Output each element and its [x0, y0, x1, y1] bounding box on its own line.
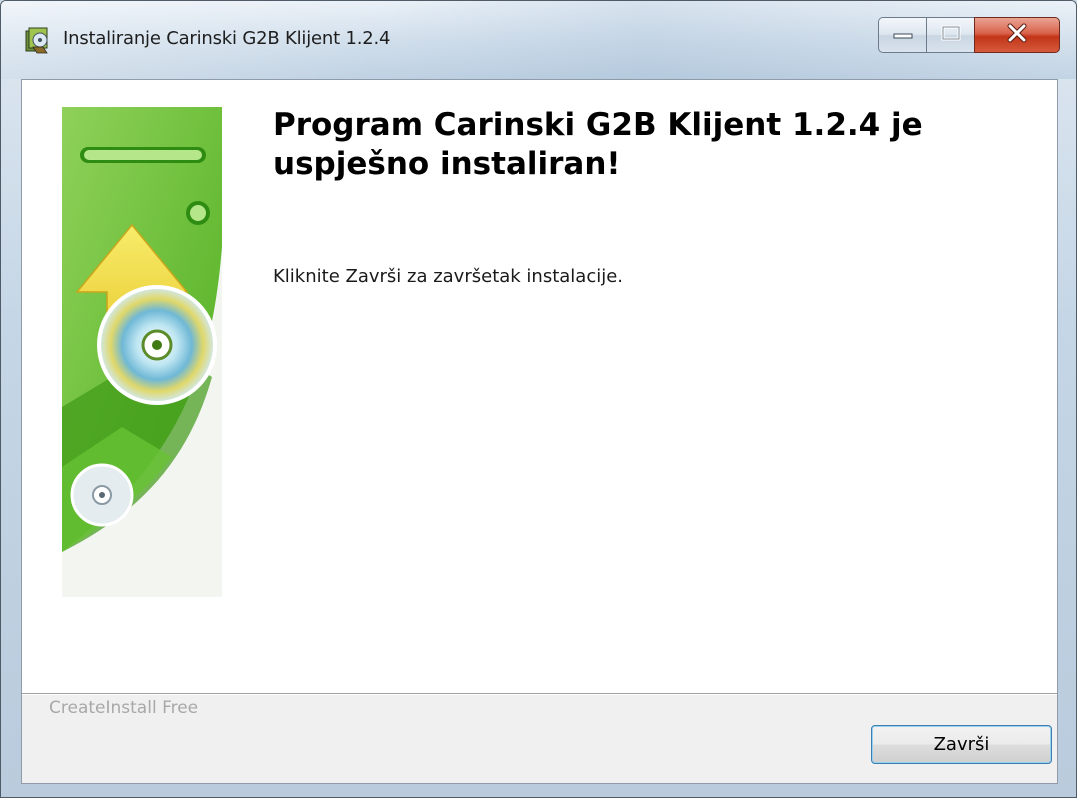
dialog-client-area: Program Carinski G2B Klijent 1.2.4 je us… [21, 79, 1058, 784]
page-heading: Program Carinski G2B Klijent 1.2.4 je us… [273, 107, 923, 182]
close-icon [1006, 23, 1028, 47]
installer-banner-image [62, 107, 222, 597]
caption-buttons [878, 17, 1060, 53]
instruction-text: Kliknite Završi za završetak instalacije… [273, 266, 624, 287]
footer-divider [22, 693, 1057, 695]
minimize-button[interactable] [878, 17, 926, 53]
maximize-button[interactable] [926, 17, 974, 53]
title-bar[interactable]: Instaliranje Carinski G2B Klijent 1.2.4 [1, 1, 1076, 79]
brand-label: CreateInstall Free [49, 698, 199, 718]
close-button[interactable] [974, 17, 1060, 53]
installer-window: Instaliranje Carinski G2B Klijent 1.2.4 [0, 0, 1077, 798]
maximize-icon [941, 25, 961, 45]
content-panel: Program Carinski G2B Klijent 1.2.4 je us… [22, 80, 1057, 693]
window-title: Instaliranje Carinski G2B Klijent 1.2.4 [63, 28, 391, 49]
installer-icon[interactable] [23, 25, 53, 55]
finish-button[interactable]: Završi [871, 725, 1052, 764]
minimize-icon [892, 26, 914, 45]
